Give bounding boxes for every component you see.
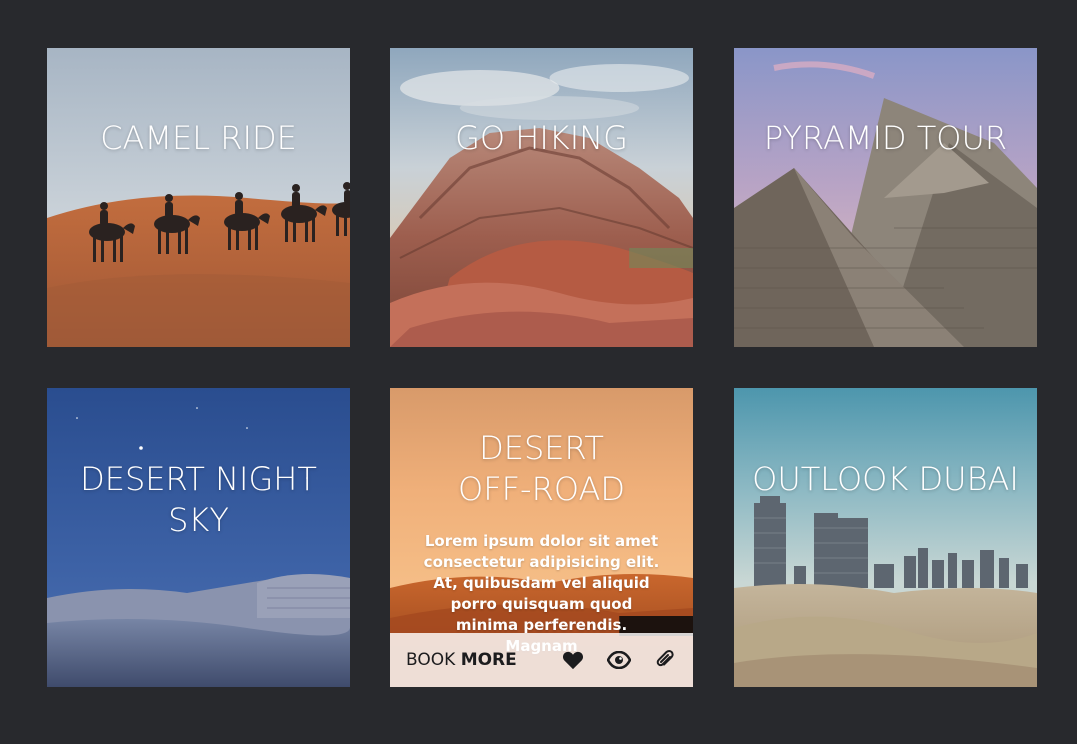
card-title: DESERT NIGHT SKY [80,460,317,539]
book-more-link[interactable]: BOOK MORE [406,650,561,670]
camel-ride-image [47,48,350,347]
card-desert-off-road[interactable]: DESERT OFF-ROAD Lorem ipsum dolor sit am… [390,388,693,687]
footer-icons [561,648,677,672]
paperclip-icon[interactable] [653,648,677,672]
card-outlook-dubai[interactable]: OUTLOOK DUBAI [734,388,1037,687]
pyramid-tour-image [734,48,1037,347]
book-label: BOOK [406,650,456,670]
card-desert-night-sky[interactable]: DESERT NIGHT SKY [47,388,350,687]
card-title: CAMEL RIDE [100,119,297,157]
more-label: MORE [460,650,517,670]
eye-icon[interactable] [607,648,631,672]
card-pyramid-tour[interactable]: PYRAMID TOUR [734,48,1037,347]
card-footer: BOOK MORE [390,633,693,687]
card-title: DESERT OFF-ROAD [458,429,625,508]
card-camel-ride[interactable]: CAMEL RIDE [47,48,350,347]
heart-icon[interactable] [561,648,585,672]
card-go-hiking[interactable]: GO HIKING [390,48,693,347]
outlook-dubai-image [734,388,1037,687]
card-title: OUTLOOK DUBAI [752,460,1019,498]
go-hiking-image [390,48,693,347]
card-title: PYRAMID TOUR [763,119,1008,157]
card-title: GO HIKING [455,119,628,157]
